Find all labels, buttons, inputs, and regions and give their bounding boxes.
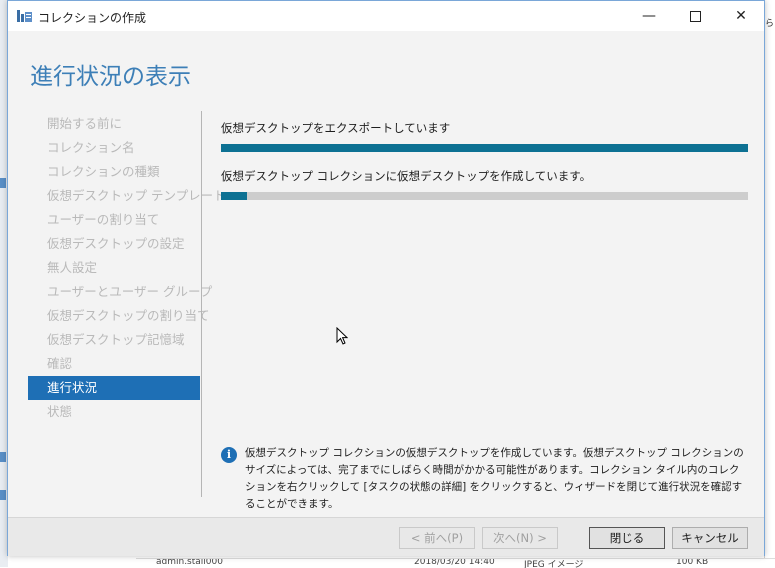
nav-item-users-groups: ユーザーとユーザー グループ [47, 284, 213, 299]
task-create-progress-bar [221, 192, 748, 200]
nav-item-unattended: 無人設定 [47, 260, 98, 275]
wizard-footer: < 前へ(P) 次へ(N) > 閉じる キャンセル [8, 517, 764, 556]
maximize-button[interactable] [672, 1, 718, 31]
close-icon: ✕ [735, 8, 747, 24]
task-export: 仮想デスクトップをエクスポートしています [221, 120, 748, 152]
task-export-progress-bar [221, 144, 748, 152]
nav-divider [201, 111, 202, 497]
next-button[interactable]: 次へ(N) > [482, 527, 558, 549]
task-create: 仮想デスクトップ コレクションに仮想デスクトップを作成しています。 [221, 168, 748, 200]
nav-item-before-you-begin: 開始する前に [47, 116, 123, 131]
nav-item-vd-allocation: 仮想デスクトップの割り当て [47, 308, 210, 323]
cancel-button[interactable]: キャンセル [672, 527, 748, 549]
minimize-button[interactable]: — [626, 1, 672, 31]
close-window-button[interactable]: ✕ [718, 1, 764, 31]
background-right-text: ら [764, 19, 774, 29]
title-bar[interactable]: コレクションの作成 — ✕ [8, 1, 764, 31]
background-marker [0, 490, 6, 500]
background-file-date: 2018/03/20 14:40 [414, 558, 495, 567]
wizard-step-nav: 開始する前に コレクション名 コレクションの種類 仮想デスクトップ テンプレート… [28, 112, 226, 424]
nav-item-vd-template: 仮想デスクトップ テンプレート [47, 188, 226, 203]
task-create-progress-fill [221, 192, 248, 200]
task-create-label: 仮想デスクトップ コレクションに仮想デスクトップを作成しています。 [221, 169, 592, 183]
window-title: コレクションの作成 [38, 11, 147, 25]
nav-item-collection-name: コレクション名 [47, 140, 135, 155]
close-button[interactable]: 閉じる [589, 527, 665, 549]
task-export-label: 仮想デスクトップをエクスポートしています [221, 121, 451, 135]
mouse-cursor-icon [336, 327, 348, 345]
background-app-right-edge: ら [764, 0, 775, 567]
minimize-icon: — [642, 8, 656, 24]
task-export-progress-fill [221, 144, 748, 152]
info-message: 仮想デスクトップ コレクションの仮想デスクトップを作成しています。仮想デスクトッ… [245, 447, 744, 510]
nav-item-progress: 進行状況 [28, 376, 200, 400]
previous-button[interactable]: < 前へ(P) [399, 527, 475, 549]
nav-item-vd-storage: 仮想デスクトップ記憶域 [47, 332, 185, 347]
background-marker [0, 452, 6, 462]
nav-item-status: 状態 [47, 404, 73, 419]
background-marker [0, 178, 6, 188]
page-title: 進行状況の表示 [30, 64, 191, 90]
server-manager-icon [17, 10, 32, 22]
maximize-icon [689, 10, 701, 22]
background-file-name: admin.stall000 [156, 558, 223, 567]
nav-item-collection-type: コレクションの種類 [47, 164, 160, 179]
info-icon: i [221, 447, 237, 463]
background-file-size: 100 KB [676, 558, 709, 567]
nav-item-confirmation: 確認 [47, 356, 73, 371]
create-collection-wizard: コレクションの作成 — ✕ 進行状況の表示 開始する前に コレクション名 コレク… [7, 0, 765, 556]
nav-item-user-assignment: ユーザーの割り当て [47, 212, 160, 227]
nav-item-vd-settings: 仮想デスクトップの設定 [47, 236, 185, 251]
